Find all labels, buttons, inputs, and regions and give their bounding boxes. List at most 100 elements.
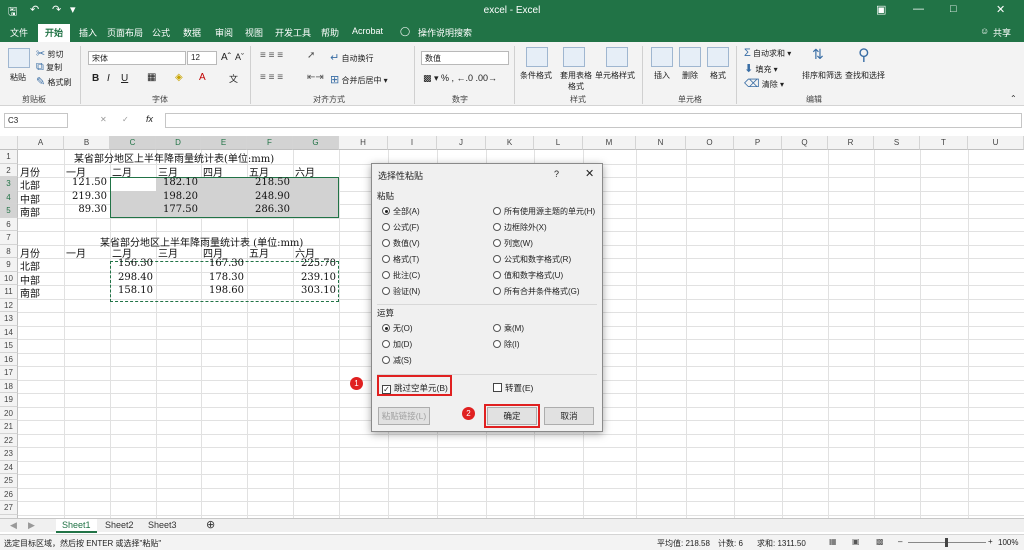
- cancel-formula-icon[interactable]: ✕: [100, 115, 107, 124]
- table2-cell[interactable]: 303.10: [293, 285, 336, 296]
- conditional-format-button[interactable]: 条件格式: [520, 70, 552, 81]
- shrink-font-icon[interactable]: Aˇ: [235, 52, 244, 62]
- table1-cell[interactable]: 182.10: [156, 177, 198, 188]
- column-header-p[interactable]: P: [734, 136, 782, 150]
- row-header-8[interactable]: 8: [0, 244, 18, 258]
- column-header-k[interactable]: K: [486, 136, 534, 150]
- table2-cell[interactable]: 南部: [20, 285, 40, 300]
- format-cells-icon[interactable]: [707, 47, 729, 67]
- column-header-c[interactable]: C: [110, 136, 156, 150]
- row-header-7[interactable]: 7: [0, 231, 18, 245]
- share-icon[interactable]: ☺: [980, 26, 989, 36]
- italic-button[interactable]: I: [107, 73, 110, 84]
- table2-cell[interactable]: 158.10: [110, 285, 153, 296]
- collapse-ribbon-icon[interactable]: ⌃: [1010, 94, 1017, 103]
- row-header-27[interactable]: 27: [0, 501, 18, 515]
- sheet-tab-2[interactable]: Sheet2: [99, 519, 140, 533]
- next-sheet-icon[interactable]: ▶: [22, 519, 41, 533]
- paste-alt-radio-4[interactable]: 值和数字格式(U): [493, 270, 563, 281]
- table1-cell[interactable]: 89.30: [64, 204, 107, 215]
- table1-cell[interactable]: 248.90: [247, 191, 290, 202]
- table2-cell[interactable]: 198.60: [201, 285, 244, 296]
- table1-cell[interactable]: 南部: [20, 204, 40, 219]
- table2-cell[interactable]: 167.30: [201, 258, 244, 269]
- cut-button[interactable]: ✂ 剪切: [36, 47, 63, 60]
- row-header-20[interactable]: 20: [0, 406, 18, 420]
- paste-alt-radio-2[interactable]: 列宽(W): [493, 238, 533, 249]
- row-header-11[interactable]: 11: [0, 285, 18, 299]
- minimize-icon[interactable]: —: [913, 3, 924, 15]
- table2-header-cell[interactable]: 一月: [66, 245, 86, 260]
- cell-styles-icon[interactable]: [606, 47, 628, 67]
- column-header-i[interactable]: I: [388, 136, 437, 150]
- table2-header-cell[interactable]: 五月: [249, 245, 269, 260]
- paste-alt-radio-3[interactable]: 公式和数字格式(R): [493, 254, 571, 265]
- indent-icon[interactable]: ⇤⇥: [307, 72, 324, 83]
- operation-radio-2[interactable]: 减(S): [382, 355, 412, 366]
- tab-developer[interactable]: 开发工具: [275, 26, 311, 39]
- name-box[interactable]: C3: [4, 113, 68, 128]
- column-header-o[interactable]: O: [686, 136, 734, 150]
- table1-header-cell[interactable]: 四月: [203, 164, 223, 179]
- delete-cells-icon[interactable]: [679, 47, 701, 67]
- format-table-button[interactable]: 套用表格格式: [558, 70, 594, 92]
- row-header-14[interactable]: 14: [0, 325, 18, 339]
- paste-radio-2[interactable]: 数值(V): [382, 238, 420, 249]
- sheet-tab-1[interactable]: Sheet1: [56, 519, 97, 533]
- clear-button[interactable]: ⌫ 清除 ▾: [744, 77, 784, 90]
- ribbon-options-icon[interactable]: ▣: [876, 3, 886, 16]
- column-header-s[interactable]: S: [874, 136, 920, 150]
- find-select-button[interactable]: 查找和选择: [845, 70, 885, 81]
- align-left-icon[interactable]: ≡ ≡ ≡: [260, 72, 283, 83]
- row-header-1[interactable]: 1: [0, 150, 18, 164]
- column-header-d[interactable]: D: [156, 136, 201, 150]
- number-format-combo[interactable]: 数值: [421, 51, 509, 65]
- bold-button[interactable]: B: [92, 73, 99, 84]
- transpose-checkbox[interactable]: 转置(E): [493, 382, 533, 394]
- column-header-e[interactable]: E: [201, 136, 247, 150]
- table1-cell[interactable]: 219.30: [64, 191, 107, 202]
- tab-data[interactable]: 数据: [183, 26, 201, 39]
- column-header-n[interactable]: N: [636, 136, 686, 150]
- row-header-2[interactable]: 2: [0, 163, 18, 177]
- paste-icon[interactable]: [8, 48, 30, 68]
- row-header-13[interactable]: 13: [0, 312, 18, 326]
- column-header-j[interactable]: J: [437, 136, 486, 150]
- prev-sheet-icon[interactable]: ◀: [4, 519, 23, 533]
- enter-formula-icon[interactable]: ✓: [122, 115, 129, 124]
- table1-cell[interactable]: 121.50: [64, 177, 107, 188]
- tab-formulas[interactable]: 公式: [152, 26, 170, 39]
- autosum-button[interactable]: Σ 自动求和 ▾: [744, 47, 791, 59]
- table1-cell[interactable]: 198.20: [156, 191, 198, 202]
- tab-insert[interactable]: 插入: [79, 26, 97, 39]
- paste-alt-radio-0[interactable]: 所有使用源主题的单元(H): [493, 206, 595, 217]
- close-icon[interactable]: ✕: [996, 3, 1005, 16]
- paste-radio-5[interactable]: 验证(N): [382, 286, 420, 297]
- row-header-19[interactable]: 19: [0, 393, 18, 407]
- operation-radio-0[interactable]: 无(O): [382, 323, 413, 334]
- copy-button[interactable]: ⧉ 复制: [36, 61, 62, 74]
- tab-review[interactable]: 审阅: [215, 26, 233, 39]
- table2-header-cell[interactable]: 三月: [158, 245, 178, 260]
- format-table-icon[interactable]: [563, 47, 585, 67]
- row-header-6[interactable]: 6: [0, 217, 18, 231]
- share-button[interactable]: 共享: [993, 26, 1011, 39]
- column-header-u[interactable]: U: [968, 136, 1024, 150]
- row-header-25[interactable]: 25: [0, 474, 18, 488]
- table2-cell[interactable]: 298.40: [110, 272, 153, 283]
- table1-cell[interactable]: 286.30: [247, 204, 290, 215]
- tab-help[interactable]: 帮助: [321, 26, 339, 39]
- help-button[interactable]: ?: [554, 169, 559, 179]
- row-header-5[interactable]: 5: [0, 204, 18, 218]
- zoom-out-icon[interactable]: –: [898, 537, 902, 546]
- underline-button[interactable]: U: [121, 73, 128, 84]
- table1-header-cell[interactable]: 二月: [112, 164, 132, 179]
- close-icon[interactable]: ✕: [585, 167, 594, 180]
- row-header-12[interactable]: 12: [0, 298, 18, 312]
- table2-cell[interactable]: 225.70: [293, 258, 336, 269]
- paste-radio-3[interactable]: 格式(T): [382, 254, 419, 265]
- wrap-text-button[interactable]: ↵ 自动换行: [330, 51, 373, 64]
- insert-cells-button[interactable]: 插入: [654, 70, 670, 81]
- sheet-tab-3[interactable]: Sheet3: [142, 519, 183, 533]
- row-header-17[interactable]: 17: [0, 366, 18, 380]
